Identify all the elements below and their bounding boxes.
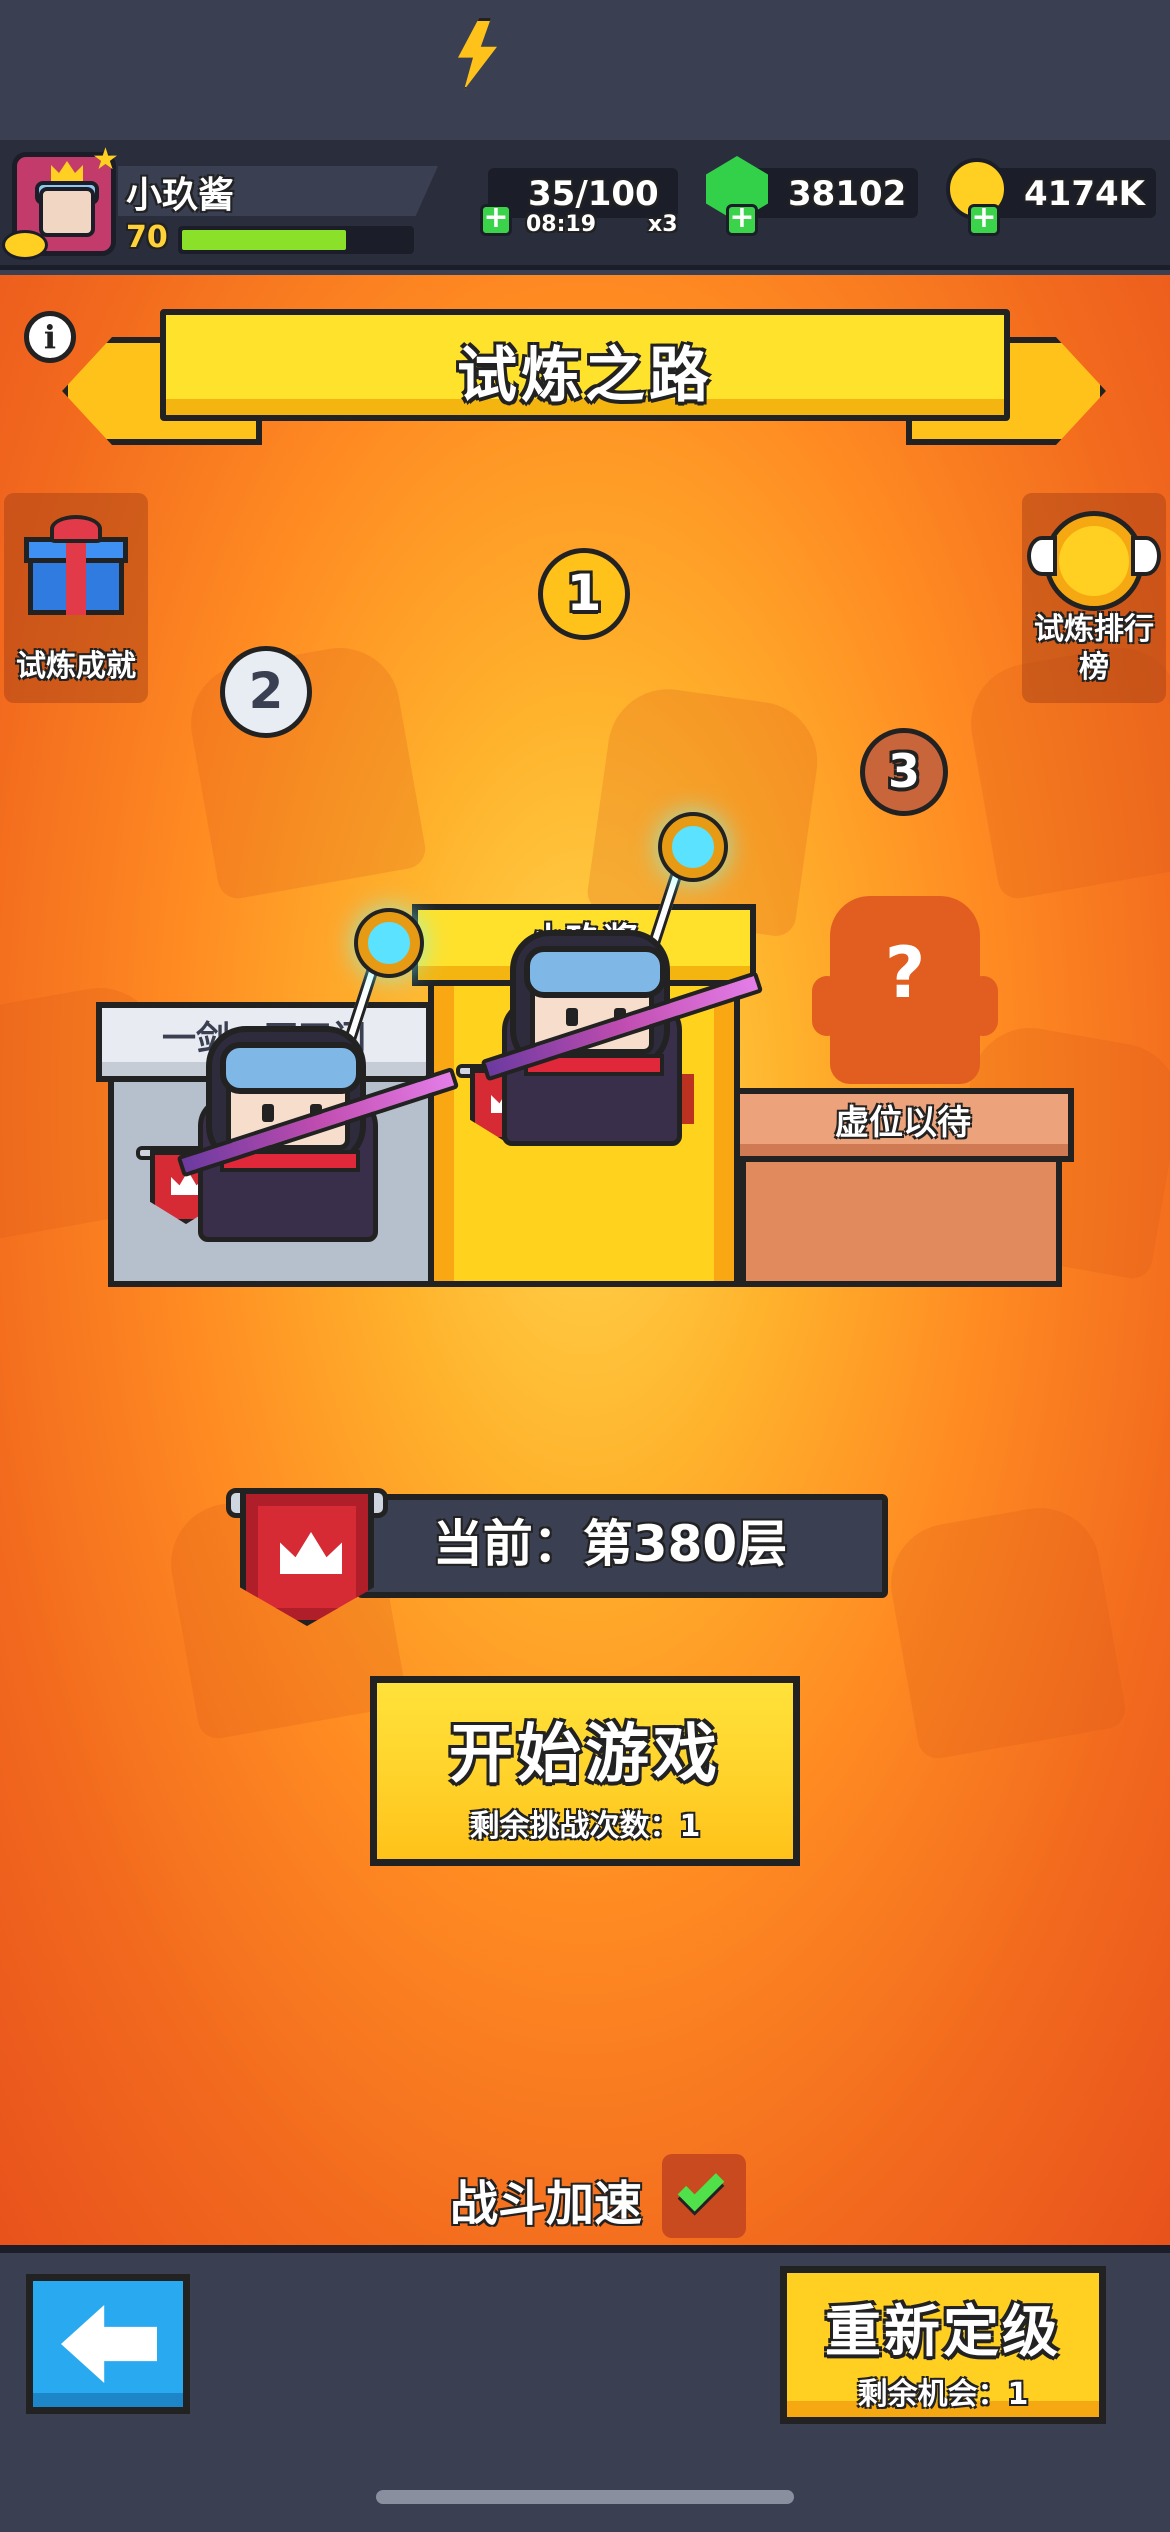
xp-bar-fill (182, 230, 346, 250)
coin-stack-icon (2, 230, 48, 260)
current-floor-text: 当前：第380层 (432, 1515, 788, 1573)
unknown-mark: ? (884, 932, 926, 1014)
rank-1-medal: 1 (511, 548, 657, 640)
gem-counter[interactable]: 38102 (744, 168, 918, 218)
leaderboard-label: 试炼排行榜 (1034, 612, 1154, 685)
star-icon: ★ (92, 142, 119, 177)
relevel-button[interactable]: 重新定级 剩余机会：1 (780, 2266, 1106, 2424)
start-game-button[interactable]: 开始游戏 剩余挑战次数：1 (370, 1676, 800, 1866)
rank-3-player-name: 虚位以待 (835, 1103, 971, 1143)
back-arrow-icon (61, 2305, 157, 2383)
rank-3-medal: 3 (833, 728, 975, 816)
rank-1-number: 1 (566, 564, 602, 622)
rank-2-number: 2 (248, 662, 284, 720)
background-pattern (585, 681, 825, 939)
energy-value: 35/100 (528, 174, 659, 214)
magic-orb-icon (358, 912, 420, 974)
rank-2-character (176, 912, 460, 1246)
player-name: 小玖酱 (126, 175, 235, 216)
relevel-remaining: 剩余机会：1 (857, 2377, 1029, 2412)
rank-1-character (480, 816, 764, 1150)
info-icon[interactable]: i (24, 311, 76, 363)
energy-add-button[interactable]: + (480, 203, 512, 236)
rank-3-number: 3 (887, 744, 920, 798)
gem-add-button[interactable]: + (726, 203, 758, 236)
podium-rank-3 (740, 1150, 1062, 1287)
xp-bar (178, 226, 414, 254)
energy-multiplier: x3 (648, 212, 678, 237)
podium-rank-3-top: 虚位以待 (732, 1088, 1074, 1162)
energy-bolt-icon (446, 18, 510, 90)
magic-orb-icon (662, 816, 724, 878)
player-level: 70 (126, 220, 168, 255)
achievements-button[interactable]: 试炼成就 (4, 493, 148, 703)
achievements-label: 试炼成就 (16, 649, 136, 684)
gift-icon (24, 515, 128, 615)
rank-2-medal: 2 (193, 646, 339, 738)
back-button[interactable] (26, 2274, 190, 2414)
trophy-icon (1027, 511, 1161, 611)
top-status-area (0, 0, 1170, 140)
relevel-label: 重新定级 (825, 2300, 1061, 2365)
remaining-attempts: 剩余挑战次数：1 (469, 1809, 701, 1844)
background-pattern (881, 1498, 1129, 1762)
battle-speed-checkbox[interactable] (662, 2154, 746, 2238)
home-indicator[interactable] (376, 2490, 794, 2504)
energy-timer: 08:19 (526, 212, 597, 237)
unknown-player-silhouette: ? (812, 896, 998, 1084)
coin-add-button[interactable]: + (968, 203, 1000, 236)
checkmark-icon (677, 2164, 725, 2212)
leaderboard-button[interactable]: 试炼排行榜 (1022, 493, 1166, 703)
gem-value: 38102 (788, 174, 907, 214)
coin-counter[interactable]: 4174K (990, 168, 1156, 218)
crown-icon (51, 161, 83, 181)
avatar-face (39, 187, 95, 237)
page-title: 试炼之路 (457, 341, 713, 411)
energy-counter[interactable]: 35/100 (488, 168, 678, 218)
battle-speed-label: 战斗加速 (450, 2176, 643, 2232)
coin-value: 4174K (1024, 174, 1145, 214)
start-game-label: 开始游戏 (449, 1718, 721, 1792)
